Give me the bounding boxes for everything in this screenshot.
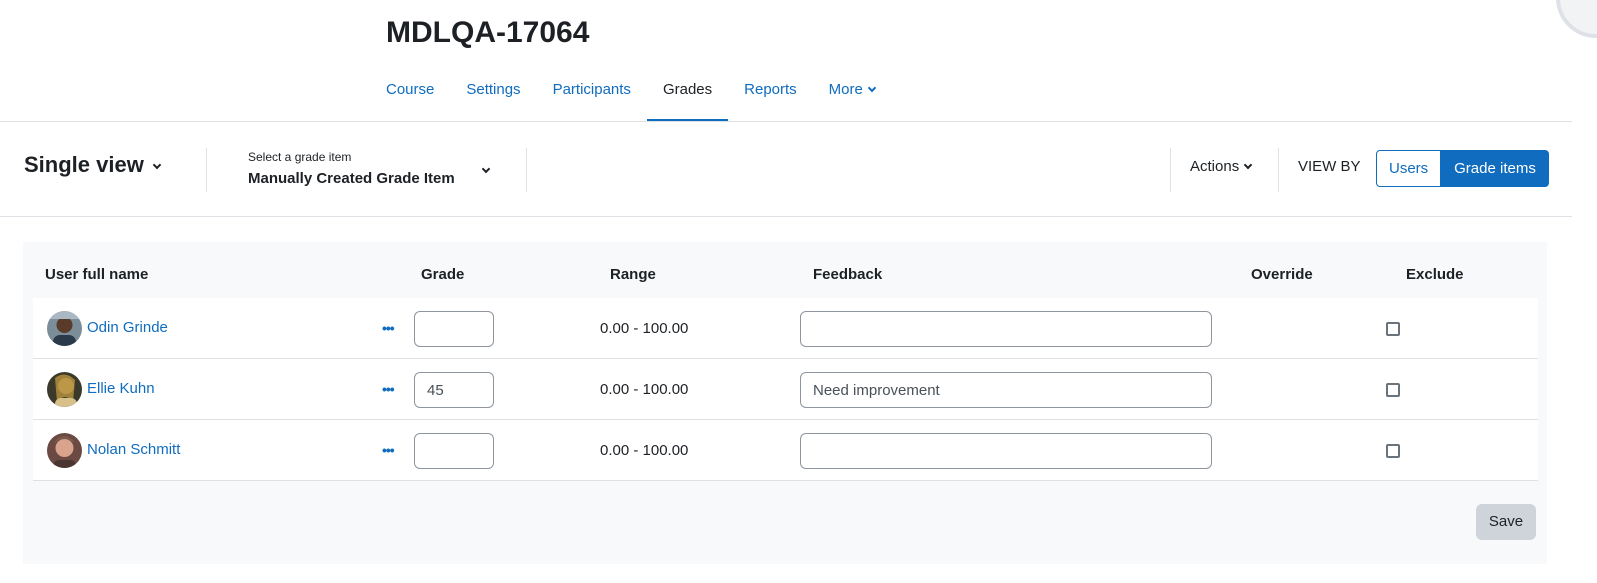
feedback-input[interactable]: [800, 372, 1212, 408]
user-name-link[interactable]: Ellie Kuhn: [87, 380, 155, 397]
view-by-users-button[interactable]: Users: [1376, 150, 1441, 187]
tab-participants[interactable]: Participants: [537, 72, 647, 122]
table-row: Odin Grinde ••• 0.00 - 100.00: [33, 298, 1538, 359]
feedback-input[interactable]: [800, 433, 1212, 469]
header-feedback: Feedback: [813, 266, 883, 283]
page-title: MDLQA-17064: [386, 16, 590, 49]
user-name-link[interactable]: Nolan Schmitt: [87, 441, 180, 458]
header-user-full-name[interactable]: User full name: [45, 266, 148, 283]
view-by-label: VIEW BY: [1298, 158, 1361, 175]
chevron-down-icon: [1243, 160, 1253, 170]
actions-label: Actions: [1190, 158, 1240, 175]
grade-range: 0.00 - 100.00: [600, 381, 689, 398]
exclude-checkbox[interactable]: [1386, 322, 1400, 336]
grade-item-selector[interactable]: Select a grade item Manually Created Gra…: [248, 150, 491, 187]
tab-more-label: More: [828, 81, 863, 98]
chevron-down-icon: [481, 164, 491, 174]
header-range: Range: [610, 266, 656, 283]
save-button[interactable]: Save: [1476, 504, 1536, 540]
user-actions-menu-icon[interactable]: •••: [382, 320, 395, 336]
report-selector-label: Single view: [24, 152, 144, 177]
table-row: Nolan Schmitt ••• 0.00 - 100.00: [33, 420, 1538, 481]
header-override: Override: [1251, 266, 1313, 283]
grade-item-value: Manually Created Grade Item: [248, 170, 455, 187]
tab-settings[interactable]: Settings: [450, 72, 536, 122]
grader-toolbar: Single view Select a grade item Manually…: [0, 122, 1572, 217]
toolbar-divider: [206, 148, 207, 192]
avatar: [47, 311, 82, 346]
header-exclude: Exclude: [1406, 266, 1464, 283]
toolbar-divider: [1278, 148, 1279, 192]
grade-input[interactable]: [414, 433, 494, 469]
tab-course[interactable]: Course: [370, 72, 450, 122]
tab-more[interactable]: More: [813, 72, 891, 122]
report-selector[interactable]: Single view: [24, 152, 162, 178]
view-by-grade-items-button[interactable]: Grade items: [1441, 150, 1549, 187]
table-row: Ellie Kuhn ••• 0.00 - 100.00: [33, 359, 1538, 420]
user-avatar-partial[interactable]: [1556, 0, 1597, 38]
user-actions-menu-icon[interactable]: •••: [382, 381, 395, 397]
header-grade: Grade: [421, 266, 465, 283]
exclude-checkbox[interactable]: [1386, 444, 1400, 458]
avatar: [47, 433, 82, 468]
grade-item-caption: Select a grade item: [248, 150, 352, 164]
feedback-input[interactable]: [800, 311, 1212, 347]
grade-input[interactable]: [414, 311, 494, 347]
chevron-down-icon: [867, 83, 877, 93]
toolbar-divider: [526, 148, 527, 192]
grade-range: 0.00 - 100.00: [600, 320, 689, 337]
tab-reports[interactable]: Reports: [728, 72, 813, 122]
avatar: [47, 372, 82, 407]
user-actions-menu-icon[interactable]: •••: [382, 442, 395, 458]
actions-dropdown[interactable]: Actions: [1190, 158, 1253, 175]
tab-grades[interactable]: Grades: [646, 72, 729, 122]
course-navigation: Course Settings Participants Grades Repo…: [370, 72, 891, 122]
exclude-checkbox[interactable]: [1386, 383, 1400, 397]
grade-range: 0.00 - 100.00: [600, 442, 689, 459]
view-by-toggle: Users Grade items: [1376, 150, 1549, 187]
grade-input[interactable]: [414, 372, 494, 408]
user-name-link[interactable]: Odin Grinde: [87, 319, 168, 336]
chevron-down-icon: [152, 160, 162, 170]
toolbar-divider: [1170, 148, 1171, 192]
table-header: User full name Grade Range Feedback Over…: [23, 242, 1547, 298]
single-view-panel: User full name Grade Range Feedback Over…: [23, 242, 1547, 564]
